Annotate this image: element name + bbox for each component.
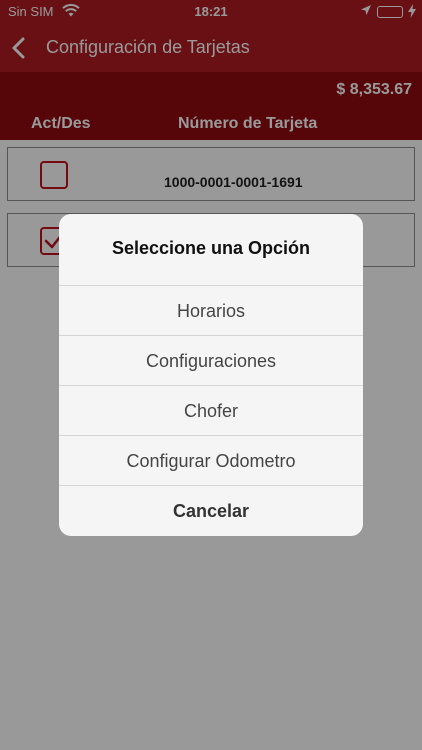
option-horarios[interactable]: Horarios xyxy=(59,286,363,336)
option-configurar-odometro[interactable]: Configurar Odometro xyxy=(59,436,363,486)
action-sheet: Seleccione una Opción Horarios Configura… xyxy=(59,214,363,536)
option-chofer[interactable]: Chofer xyxy=(59,386,363,436)
cancel-button[interactable]: Cancelar xyxy=(59,486,363,536)
option-configuraciones[interactable]: Configuraciones xyxy=(59,336,363,386)
action-sheet-title: Seleccione una Opción xyxy=(59,214,363,286)
